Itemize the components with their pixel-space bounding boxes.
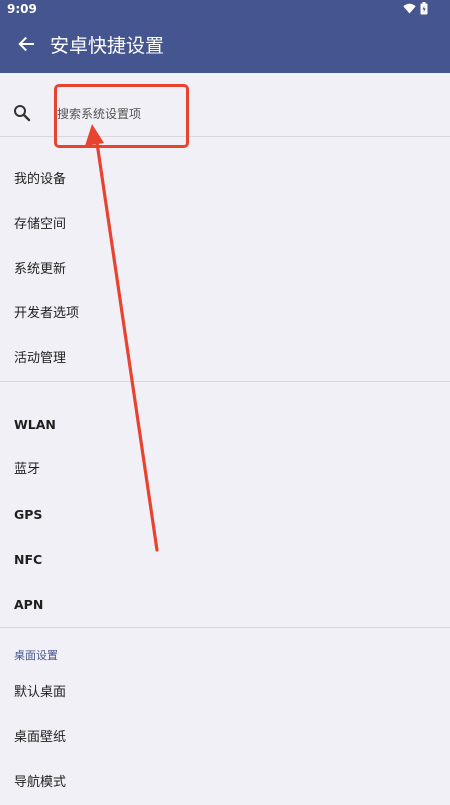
list-item-label: NFC: [14, 552, 43, 567]
list-item-label: APN: [14, 597, 44, 612]
list-item-label: GPS: [14, 507, 43, 522]
list-item-navigation-mode[interactable]: 导航模式: [0, 761, 450, 805]
search-input[interactable]: [57, 104, 177, 124]
list-item-my-device[interactable]: 我的设备: [0, 158, 450, 202]
search-bar[interactable]: [0, 74, 450, 136]
status-icons: [403, 1, 428, 18]
wifi-icon: [403, 3, 416, 17]
list-item-label: 导航模式: [14, 775, 67, 790]
list-item-label: WLAN: [14, 417, 56, 432]
list-item-label: 存储空间: [14, 217, 67, 232]
section-header-desktop: 桌面设置: [14, 649, 58, 662]
battery-icon: [420, 1, 428, 18]
list-item-bluetooth[interactable]: 蓝牙: [0, 448, 450, 492]
app-bar: 安卓快捷设置: [0, 19, 450, 73]
page-title: 安卓快捷设置: [50, 35, 165, 57]
list-item-label: 默认桌面: [14, 685, 67, 700]
back-button[interactable]: [8, 28, 44, 64]
list-item-label: 桌面壁纸: [14, 730, 67, 745]
list-item-apn[interactable]: APN: [0, 583, 450, 627]
divider: [0, 627, 450, 628]
list-item-label: 蓝牙: [14, 462, 41, 477]
arrow-left-icon: [18, 36, 34, 56]
list-item-label: 我的设备: [14, 172, 67, 187]
list-item-label: 活动管理: [14, 351, 67, 366]
divider: [0, 136, 450, 137]
list-item-wlan[interactable]: WLAN: [0, 403, 450, 447]
list-item-gps[interactable]: GPS: [0, 493, 450, 537]
list-item-developer-options[interactable]: 开发者选项: [0, 292, 450, 336]
list-item-storage[interactable]: 存储空间: [0, 203, 450, 247]
list-item-default-launcher[interactable]: 默认桌面: [0, 671, 450, 715]
list-item-label: 系统更新: [14, 262, 67, 277]
list-item-label: 开发者选项: [14, 306, 80, 321]
list-item-wallpaper[interactable]: 桌面壁纸: [0, 716, 450, 760]
divider: [0, 381, 450, 382]
status-time: 9:09: [7, 2, 37, 16]
list-item-nfc[interactable]: NFC: [0, 538, 450, 582]
search-icon: [12, 103, 32, 123]
list-item-activity-manager[interactable]: 活动管理: [0, 337, 450, 381]
status-bar: 9:09: [0, 0, 450, 19]
list-item-system-update[interactable]: 系统更新: [0, 248, 450, 292]
